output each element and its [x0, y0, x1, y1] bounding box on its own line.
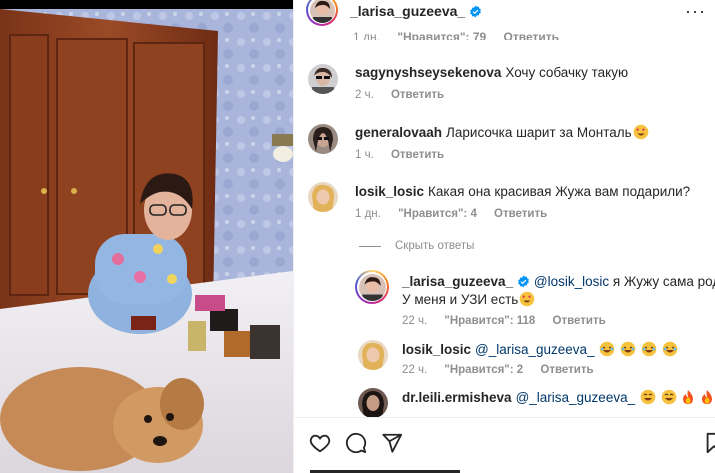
hide-replies-button[interactable]: Скрыть ответы [359, 240, 474, 252]
comment-time: 1 дн. [355, 208, 381, 220]
comment-username[interactable]: dr.leili.ermisheva [402, 390, 512, 405]
comment-likes[interactable]: "Нравится": 4 [398, 208, 477, 220]
comment-time: 22 ч. [402, 364, 428, 376]
comment-username[interactable]: _larisa_guzeeva_ [402, 274, 513, 289]
commenter-avatar[interactable] [308, 182, 338, 212]
comment-username[interactable]: losik_losic [355, 184, 424, 199]
author-avatar-image [309, 0, 335, 23]
mention-link[interactable]: @_larisa_guzeeva_ [516, 390, 636, 405]
comment-text-line1: я Жужу сама родила. [612, 274, 715, 289]
media-top-bar [0, 0, 293, 9]
author-username[interactable]: _larisa_guzeeva_ [350, 3, 482, 19]
commenter-avatar[interactable] [358, 340, 388, 370]
more-horizontal-icon[interactable]: ··· [685, 2, 706, 20]
post-photo [0, 9, 293, 473]
fire-emoji-icon [683, 390, 694, 404]
heart-icon[interactable] [309, 432, 331, 454]
hide-replies-label: Скрыть ответы [395, 240, 475, 252]
likes-count-partial [310, 467, 490, 473]
laughing-emoji-icon [661, 389, 676, 405]
paper-plane-icon[interactable] [381, 432, 403, 454]
verified-badge-icon [518, 275, 529, 288]
laughing-emoji-icon [640, 389, 656, 405]
rofl-emoji-icon [620, 341, 636, 357]
heart-eyes-emoji-icon [519, 291, 535, 307]
author-avatar[interactable] [306, 0, 338, 26]
comment-username[interactable]: sagynyshseysekenova [355, 65, 501, 80]
comment-likes[interactable]: "Нравится": 118 [444, 315, 535, 327]
reply-button[interactable]: Ответить [540, 364, 593, 376]
commenter-avatar[interactable] [308, 124, 338, 154]
rofl-emoji-icon [600, 341, 615, 357]
rofl-emoji-row [598, 341, 677, 357]
author-avatar-image [358, 273, 386, 301]
comment-username[interactable]: generalovaah [355, 125, 442, 140]
partial-comment-meta: 1 дн. "Нравится": 79 Ответить [353, 30, 573, 40]
comment-text: Хочу собачку такую [505, 65, 629, 80]
post-media[interactable] [0, 0, 293, 473]
comments-panel: _larisa_guzeeva_ ··· 1 дн. "Нравится": 7… [293, 0, 715, 473]
commenter-avatar[interactable] [355, 270, 389, 304]
comment-text-line2: У меня и УЗИ есть [402, 292, 519, 307]
comment-icon[interactable] [345, 432, 367, 454]
verified-badge-icon [470, 5, 482, 18]
comment-time: 22 ч. [402, 315, 428, 327]
comment-text: Какая она красивая Жужа вам подарили? [428, 184, 691, 199]
reply-button[interactable]: Ответить [494, 208, 547, 220]
comment-time: 2 ч. [355, 89, 374, 101]
rofl-emoji-icon [641, 341, 657, 357]
mention-link[interactable]: @_larisa_guzeeva_ [475, 342, 595, 357]
hide-replies-line [359, 245, 381, 247]
mention-link[interactable]: @losik_losic [534, 274, 609, 289]
comment-username[interactable]: losik_losic [402, 342, 471, 357]
comment-likes[interactable]: "Нравится": 79 [397, 30, 486, 40]
action-bar [294, 418, 715, 473]
comment-time: 1 ч. [355, 149, 374, 161]
heart-eyes-emoji-icon [633, 124, 648, 140]
reply-button[interactable]: Ответить [504, 30, 559, 40]
emoji-row [639, 389, 714, 405]
post-header: _larisa_guzeeva_ ··· [294, 0, 715, 26]
reply-button[interactable]: Ответить [391, 89, 444, 101]
rofl-emoji-icon [662, 341, 677, 357]
commenter-avatar[interactable] [308, 64, 338, 94]
fire-emoji-icon [702, 390, 713, 404]
reply-button[interactable]: Ответить [553, 315, 606, 327]
bookmark-icon[interactable] [704, 432, 715, 454]
commenter-avatar[interactable] [358, 388, 388, 418]
comment-time: 1 дн. [353, 30, 380, 40]
reply-button[interactable]: Ответить [391, 149, 444, 161]
comment-likes[interactable]: "Нравится": 2 [444, 364, 523, 376]
comment-text: Ларисочка шарит за Монталь [446, 125, 632, 140]
